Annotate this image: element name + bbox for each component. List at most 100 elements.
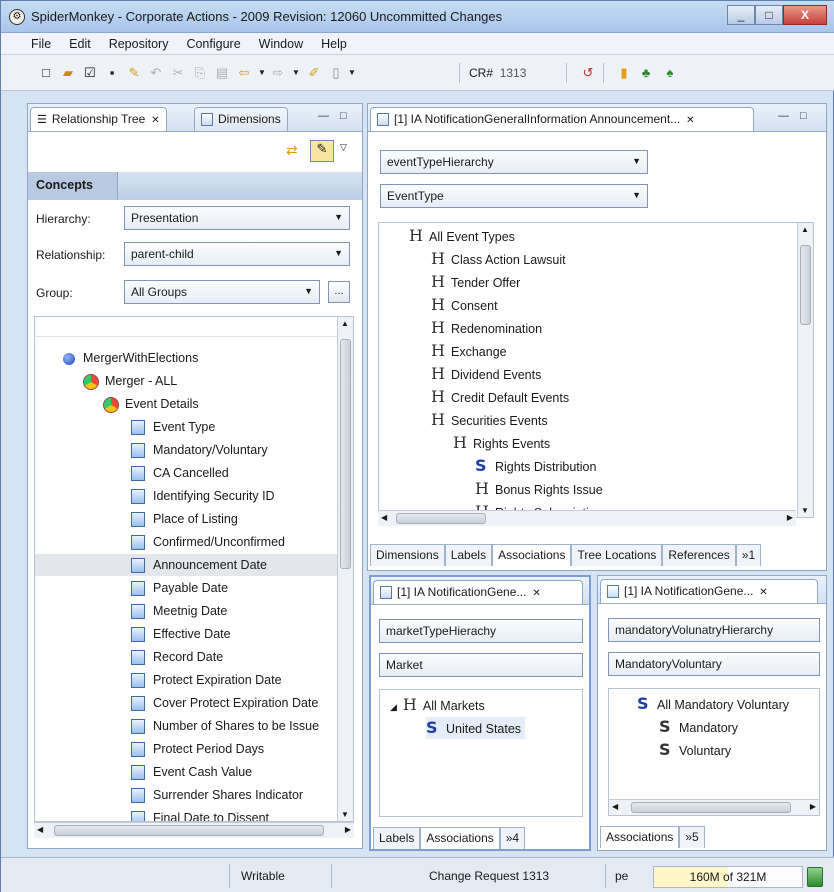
view-minmax-controls[interactable]: — □ bbox=[778, 110, 811, 122]
save-icon[interactable]: ▪ bbox=[103, 65, 121, 81]
close-tab-icon[interactable]: ✕ bbox=[686, 115, 694, 126]
scroll-right-icon[interactable]: ▶ bbox=[345, 825, 351, 834]
tree-item[interactable]: Identifying Security ID bbox=[131, 485, 275, 507]
mandatory-hierarchy-select[interactable]: mandatoryVolunatryHierarchy bbox=[608, 618, 820, 642]
tree-item[interactable]: Surrender Shares Indicator bbox=[131, 784, 303, 806]
close-tab-icon[interactable]: ✕ bbox=[532, 588, 540, 599]
mandatory-select[interactable]: MandatoryVoluntary bbox=[608, 652, 820, 676]
scroll-up-icon[interactable]: ▲ bbox=[801, 225, 809, 234]
market-hierarchy-select[interactable]: marketTypeHierachy bbox=[379, 619, 583, 643]
hierarchy-select[interactable]: Presentation ▼ bbox=[124, 206, 350, 230]
scroll-right-icon[interactable]: ▶ bbox=[810, 802, 816, 811]
pencil-icon[interactable]: ✐ bbox=[305, 65, 323, 81]
scroll-down-icon[interactable]: ▼ bbox=[341, 810, 349, 819]
scroll-left-icon[interactable]: ◀ bbox=[381, 513, 387, 522]
tree-item[interactable]: Cover Protect Expiration Date bbox=[131, 692, 318, 714]
tree-item[interactable]: Event Type bbox=[131, 416, 215, 438]
event-tree-hscroll[interactable]: ◀ ▶ bbox=[378, 510, 796, 526]
tree-item[interactable]: H Consent bbox=[431, 294, 498, 316]
tree-item[interactable]: Event Details bbox=[103, 393, 199, 415]
concept-tree-hscroll[interactable]: ◀ ▶ bbox=[34, 822, 354, 838]
more-tabs-button[interactable]: »5 bbox=[679, 826, 705, 848]
event-type-select[interactable]: EventType ▼ bbox=[380, 184, 648, 208]
back-arrow-icon[interactable]: ⇦ bbox=[235, 65, 253, 81]
edit-mode-icon[interactable]: ✎ bbox=[310, 140, 334, 162]
commit-icon[interactable]: ▮ bbox=[615, 65, 633, 81]
menu-window[interactable]: Window bbox=[259, 37, 303, 51]
tree-item[interactable]: Meetnig Date bbox=[131, 600, 227, 622]
scroll-thumb[interactable] bbox=[340, 339, 351, 569]
tab-announcement[interactable]: [1] IA NotificationGeneralInformation An… bbox=[370, 107, 754, 131]
tree-item[interactable]: Merger - ALL bbox=[83, 370, 177, 392]
tab-associations[interactable]: Associations bbox=[492, 544, 572, 566]
link-editor-icon[interactable]: ⇄ bbox=[286, 142, 308, 162]
tab-notification-general[interactable]: [1] IA NotificationGene... ✕ bbox=[373, 580, 583, 604]
concept-tree-vscroll[interactable]: ▲ ▼ bbox=[337, 317, 353, 821]
event-hierarchy-select[interactable]: eventTypeHierarchy ▼ bbox=[380, 150, 648, 174]
tree-item[interactable]: H Bonus Rights Issue bbox=[475, 478, 603, 500]
tree-item[interactable]: Confirmed/Unconfirmed bbox=[131, 531, 285, 553]
event-tree-vscroll[interactable]: ▲ ▼ bbox=[797, 223, 813, 517]
tree-item[interactable]: S Rights Distribution bbox=[475, 455, 596, 477]
view-menu-icon[interactable]: ▽ bbox=[340, 142, 347, 153]
tree-item[interactable]: S All Mandatory Voluntary bbox=[637, 693, 789, 715]
paste-icon[interactable]: ▤ bbox=[213, 65, 231, 81]
tree-item[interactable]: H Redenomination bbox=[431, 317, 542, 339]
menu-configure[interactable]: Configure bbox=[186, 37, 240, 51]
more-tabs-button[interactable]: »4 bbox=[499, 827, 526, 849]
tab-associations[interactable]: Associations bbox=[600, 826, 680, 848]
view-minmax-controls[interactable]: — □ bbox=[318, 110, 351, 122]
scroll-thumb[interactable] bbox=[631, 802, 791, 813]
copy-icon[interactable]: ⎘ bbox=[191, 65, 209, 81]
open-folder-icon[interactable]: ▰ bbox=[59, 65, 77, 81]
tree-item[interactable]: Final Date to Dissent bbox=[131, 807, 269, 821]
menu-repository[interactable]: Repository bbox=[109, 37, 169, 51]
tree-item[interactable]: S Mandatory bbox=[659, 716, 738, 738]
more-tabs-button[interactable]: »1 bbox=[735, 544, 762, 566]
scroll-thumb[interactable] bbox=[800, 245, 811, 325]
tree-item[interactable]: CA Cancelled bbox=[131, 462, 229, 484]
relationship-select[interactable]: parent-child ▼ bbox=[124, 242, 350, 266]
tree-item[interactable]: ◢ H All Markets bbox=[390, 694, 485, 716]
menu-file[interactable]: File bbox=[31, 37, 51, 51]
tree-item[interactable]: H Tender Offer bbox=[431, 271, 520, 293]
garbage-collect-icon[interactable] bbox=[807, 867, 823, 887]
tree-item-selected[interactable]: Announcement Date bbox=[35, 554, 337, 576]
menu-help[interactable]: Help bbox=[321, 37, 347, 51]
tab-associations[interactable]: Associations bbox=[420, 827, 500, 849]
tab-labels[interactable]: Labels bbox=[373, 827, 421, 849]
group-select[interactable]: All Groups ▼ bbox=[124, 280, 320, 304]
heap-status[interactable]: 160M of 321M bbox=[653, 866, 803, 888]
tree-item[interactable]: H Class Action Lawsuit bbox=[431, 248, 566, 270]
scroll-thumb[interactable] bbox=[396, 513, 486, 524]
scroll-right-icon[interactable]: ▶ bbox=[787, 513, 793, 522]
tree-item[interactable]: H Rights Events bbox=[453, 432, 550, 454]
sync-icon[interactable]: ♠ bbox=[661, 65, 679, 81]
tree-item[interactable]: H Credit Default Events bbox=[431, 386, 569, 408]
menu-edit[interactable]: Edit bbox=[69, 37, 91, 51]
tree-item-selected[interactable]: S United States bbox=[426, 717, 526, 739]
document-dropdown-icon[interactable]: ▼ bbox=[343, 65, 361, 81]
tab-dimensions[interactable]: Dimensions bbox=[370, 544, 445, 566]
market-select[interactable]: Market bbox=[379, 653, 583, 677]
tree-item[interactable]: H Exchange bbox=[431, 340, 507, 362]
scroll-down-icon[interactable]: ▼ bbox=[801, 506, 809, 515]
tab-tree-locations[interactable]: Tree Locations bbox=[571, 544, 663, 566]
tab-labels[interactable]: Labels bbox=[444, 544, 493, 566]
mandatory-tree-hscroll[interactable]: ◀ ▶ bbox=[609, 799, 819, 815]
maximize-button[interactable]: □ bbox=[755, 5, 783, 25]
forward-arrow-icon[interactable]: ⇨ bbox=[269, 65, 287, 81]
new-file-icon[interactable]: □ bbox=[37, 65, 55, 81]
undo-icon[interactable]: ↶ bbox=[147, 65, 165, 81]
close-tab-icon[interactable]: ✕ bbox=[759, 587, 767, 598]
tree-item[interactable]: Event Cash Value bbox=[131, 761, 252, 783]
scroll-up-icon[interactable]: ▲ bbox=[341, 319, 349, 328]
close-button[interactable]: X bbox=[783, 5, 827, 25]
tree-item[interactable]: H Dividend Events bbox=[431, 363, 541, 385]
tab-references[interactable]: References bbox=[662, 544, 736, 566]
tree-item[interactable]: MergerWithElections bbox=[63, 347, 198, 369]
tree-item[interactable]: H Securities Events bbox=[431, 409, 548, 431]
tree-item[interactable]: Mandatory/Voluntary bbox=[131, 439, 268, 461]
tab-relationship-tree[interactable]: ☰ Relationship Tree ✕ bbox=[30, 107, 167, 131]
wand-icon[interactable]: ✎ bbox=[125, 65, 143, 81]
